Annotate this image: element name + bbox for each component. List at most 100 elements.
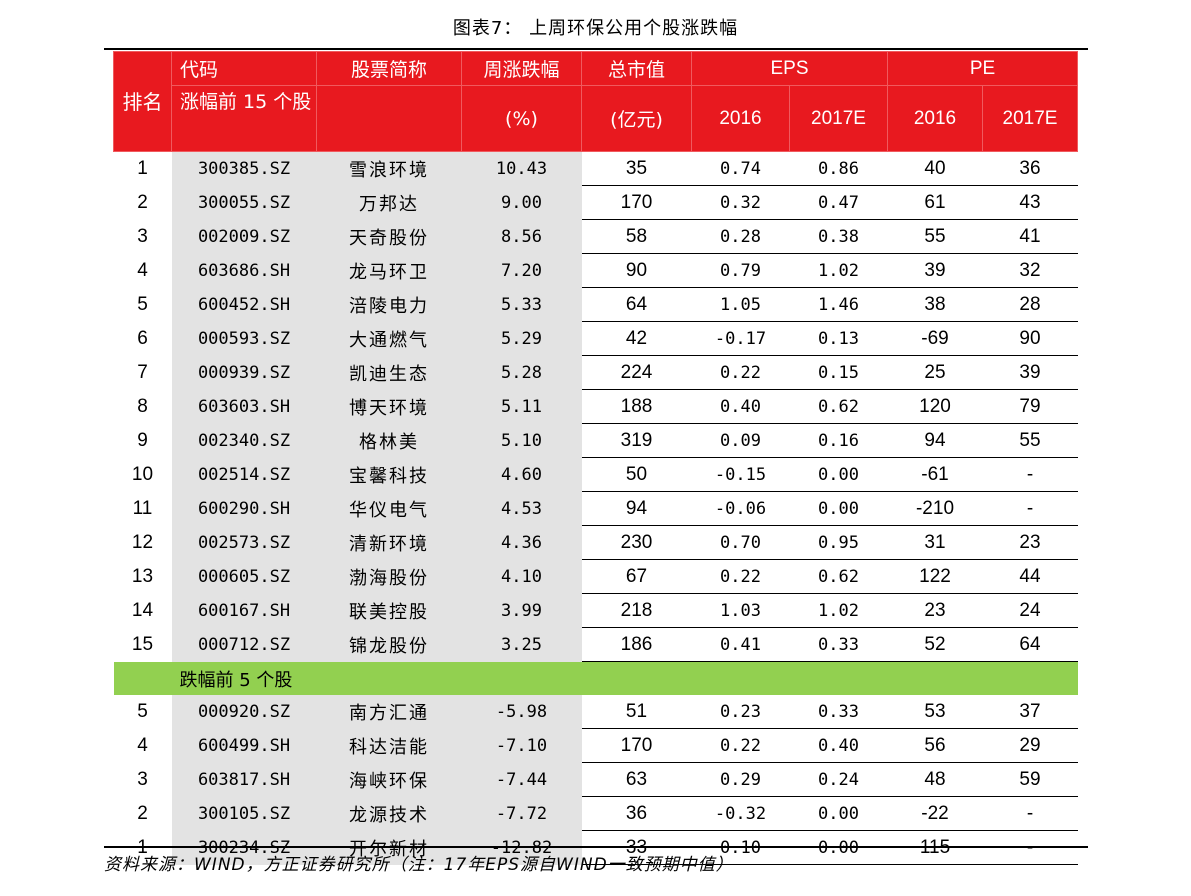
eps-2017e: 1.02 [789,253,888,288]
market-cap: 67 [581,559,692,594]
eps-2016: 0.40 [691,389,790,424]
source-note: 资料来源：WIND，方正证券研究所（注：17年EPS源自WIND一致预期中值） [104,855,734,875]
stock-name: 联美控股 [316,593,462,628]
pe-2016-header: 2016 [887,85,983,152]
stock-code: 603686.SH [171,253,317,288]
table-row: 4 600499.SH 科达洁能 -7.10 170 0.22 0.40 56 29 [114,728,1078,763]
bottom-rule [104,846,1088,848]
pe-2017e: 43 [982,185,1078,220]
stock-name: 格林美 [316,423,462,458]
stock-name: 锦龙股份 [316,627,462,662]
pe-2016: 53 [887,695,983,729]
weekly-change: 4.60 [461,457,582,492]
market-cap: 64 [581,287,692,322]
stock-name: 雪浪环境 [316,151,462,186]
stock-code: 002009.SZ [171,219,317,254]
pe-2017e: 64 [982,627,1078,662]
stock-code: 300105.SZ [171,796,317,831]
eps-2016: -0.15 [691,457,790,492]
weekly-change-header: 周涨跌幅 [461,51,582,86]
pe-2016: 40 [887,151,983,186]
weekly-change: 5.11 [461,389,582,424]
stock-code: 002340.SZ [171,423,317,458]
eps-2017e: 0.38 [789,219,888,254]
eps-2017e: 0.15 [789,355,888,390]
stock-name: 龙马环卫 [316,253,462,288]
market-cap-unit: (亿元) [581,85,692,152]
market-cap: 42 [581,321,692,356]
pe-2016: 25 [887,355,983,390]
pe-2016: 61 [887,185,983,220]
market-cap-header: 总市值 [581,51,692,86]
eps-2016: 0.29 [691,762,790,797]
market-cap: 63 [581,762,692,797]
stock-name: 宝馨科技 [316,457,462,492]
stock-code: 000712.SZ [171,627,317,662]
rank-cell: 10 [131,463,154,485]
rank-cell: 4 [137,734,148,756]
market-cap: 230 [581,525,692,560]
eps-2017e: 0.33 [789,627,888,662]
eps-2017e: 0.16 [789,423,888,458]
market-cap: 224 [581,355,692,390]
table-row: 4 603686.SH 龙马环卫 7.20 90 0.79 1.02 39 32 [114,253,1078,288]
rank-cell: 2 [137,802,148,824]
pe-2017e: 90 [982,321,1078,356]
weekly-change: 7.20 [461,253,582,288]
weekly-change: 4.10 [461,559,582,594]
table-row: 10 002514.SZ 宝馨科技 4.60 50 -0.15 0.00 -61- [114,457,1078,492]
eps-2017e: 0.86 [789,151,888,186]
eps-2016: 0.09 [691,423,790,458]
pe-2016: -210 [887,491,983,526]
pe-2017e: 29 [982,728,1078,763]
rank-cell: 2 [137,191,148,213]
table-row: 2 300105.SZ 龙源技术 -7.72 36 -0.32 0.00 -22- [114,796,1078,831]
table-row: 8 603603.SH 博天环境 5.11 188 0.40 0.62 120 79 [114,389,1078,424]
pe-2017e: 59 [982,762,1078,797]
table-row: 3 603817.SH 海峡环保 -7.44 63 0.29 0.24 48 59 [114,762,1078,797]
pe-2017e: 32 [982,253,1078,288]
pe-2017e: 23 [982,525,1078,560]
pe-2016: 23 [887,593,983,628]
top-rule [104,48,1088,50]
rank-cell: 15 [131,633,154,655]
pe-2017e-header: 2017E [982,85,1078,152]
pe-2016: 38 [887,287,983,322]
stock-code: 300055.SZ [171,185,317,220]
eps-2016: 0.22 [691,355,790,390]
market-cap: 170 [581,185,692,220]
eps-2017e: 0.62 [789,559,888,594]
eps-2016: 0.22 [691,728,790,763]
stock-code: 600452.SH [171,287,317,322]
rank-cell: 14 [131,599,154,621]
stock-name: 万邦达 [316,185,462,220]
eps-2017e: 0.33 [789,695,888,729]
market-cap: 94 [581,491,692,526]
eps-2016: 0.22 [691,559,790,594]
stock-name: 清新环境 [316,525,462,560]
table-row: 12 002573.SZ 清新环境 4.36 230 0.70 0.95 31 23 [114,525,1078,560]
table-row: 9 002340.SZ 格林美 5.10 319 0.09 0.16 94 55 [114,423,1078,458]
pe-2017e: 39 [982,355,1078,390]
pe-header: PE [887,51,1078,86]
stock-name: 天奇股份 [316,219,462,254]
stock-name: 龙源技术 [316,796,462,831]
weekly-change: 5.33 [461,287,582,322]
eps-2016: 0.23 [691,695,790,729]
market-cap: 218 [581,593,692,628]
table-row: 15 000712.SZ 锦龙股份 3.25 186 0.41 0.33 52 64 [114,627,1078,662]
weekly-change: 8.56 [461,219,582,254]
weekly-change: 5.10 [461,423,582,458]
weekly-change: 3.99 [461,593,582,628]
table-row: 6 000593.SZ 大通燃气 5.29 42 -0.17 0.13 -69 90 [114,321,1078,356]
weekly-change: 10.43 [461,151,582,186]
rank-cell: 3 [137,225,148,247]
market-cap: 35 [581,151,692,186]
pe-2017e: 37 [982,695,1078,729]
down-section-label: 跌幅前 5 个股 [171,661,1078,695]
rank-cell: 8 [137,395,148,417]
stock-name: 博天环境 [316,389,462,424]
stock-name: 渤海股份 [316,559,462,594]
eps-2017e: 0.00 [789,491,888,526]
stock-code: 600290.SH [171,491,317,526]
